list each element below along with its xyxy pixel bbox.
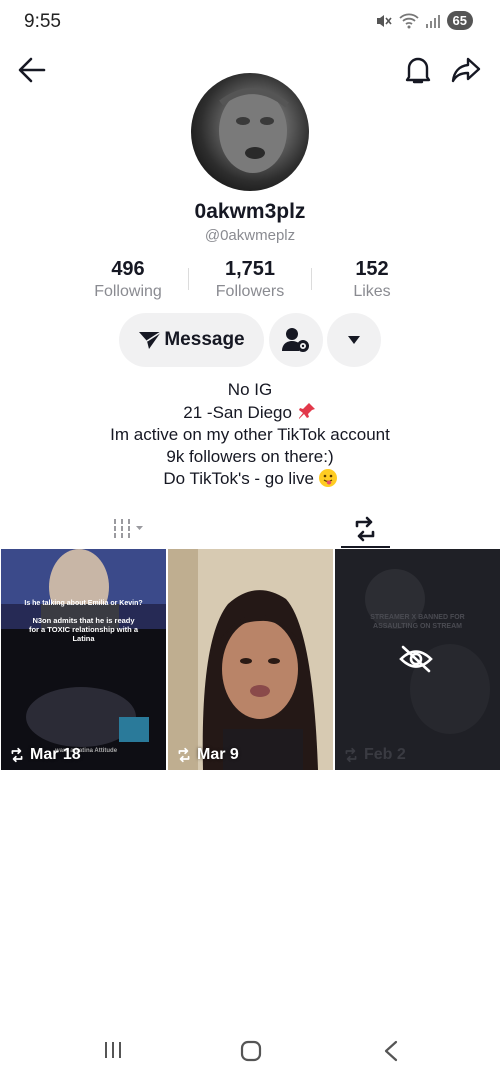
back-button[interactable]: [18, 57, 46, 86]
video-thumbnail[interactable]: Is he talking about Emilia or Kevin? N3o…: [1, 549, 166, 770]
bio-line: 9k followers on there:): [166, 447, 334, 466]
repost-small-icon: [178, 747, 190, 763]
home-button[interactable]: [240, 1040, 262, 1065]
stat-value: 152: [355, 258, 389, 280]
stat-value: 496: [111, 258, 145, 280]
profile-bio: No IG 21 -San Diego Im active on my othe…: [0, 379, 500, 490]
arrow-left-icon: [18, 57, 46, 83]
repost-small-icon: [345, 747, 357, 763]
video-thumbnail[interactable]: Mar 9: [168, 549, 333, 770]
video-date-label: Feb 2: [343, 746, 406, 764]
video-thumbnail-image: [168, 549, 333, 770]
display-name: 0akwm3plz: [194, 200, 306, 223]
video-grid: Is he talking about Emilia or Kevin? N3o…: [0, 549, 500, 770]
video-thumbnail-private[interactable]: STREAMER X BANNED FOR ASSAULTING ON STRE…: [335, 549, 500, 770]
caret-down-icon: [348, 336, 360, 344]
bio-line: 21 -San Diego: [183, 403, 292, 422]
grid-videos-icon: [114, 519, 143, 538]
avatar-face-image: [219, 88, 289, 173]
eye-off-icon: [399, 645, 433, 673]
share-arrow-icon: [451, 57, 481, 83]
person-settings-icon: [282, 328, 309, 352]
home-icon: [240, 1040, 262, 1062]
stat-label: Following: [94, 283, 162, 300]
video-date-label: Mar 18: [9, 746, 81, 764]
chevron-left-icon: [384, 1040, 398, 1062]
bio-line-location: 21 -San Diego: [0, 401, 500, 424]
video-caption-top: Is he talking about Emilia or Kevin?: [24, 600, 143, 607]
stat-following[interactable]: 496 Following: [58, 258, 198, 301]
bio-line-golive: Do TikTok's - go live: [0, 468, 500, 490]
username-handle: @0akwmeplz: [204, 227, 296, 244]
bio-line: Do TikTok's - go live: [163, 469, 314, 488]
video-date: Feb 2: [364, 746, 406, 763]
video-date-label: Mar 9: [176, 746, 239, 764]
bell-icon: [405, 57, 431, 84]
bio-line: Im active on my other TikTok account: [110, 425, 390, 444]
tongue-emoji-icon: [318, 469, 337, 487]
message-button[interactable]: Message: [119, 313, 264, 367]
status-bar: 9:55 65: [0, 0, 500, 44]
status-icons: 65: [375, 11, 473, 30]
video-date: Mar 18: [30, 746, 81, 763]
stat-followers[interactable]: 1,751 Followers: [180, 258, 320, 301]
bio-line: No IG: [227, 380, 273, 399]
stat-value: 1,751: [224, 258, 276, 280]
stat-label: Likes: [353, 283, 391, 300]
video-thumbnail-image: [1, 549, 166, 770]
content-tabs: [0, 508, 500, 550]
message-button-label: Message: [164, 329, 245, 350]
stat-label: Followers: [215, 283, 285, 300]
more-options-dropdown[interactable]: [327, 313, 381, 367]
signal-icon: [425, 14, 440, 28]
profile-avatar[interactable]: [191, 73, 309, 191]
status-time: 9:55: [24, 11, 61, 32]
stat-likes[interactable]: 152 Likes: [302, 258, 442, 301]
mute-icon: [376, 14, 392, 27]
repost-small-icon: [11, 747, 23, 763]
tab-videos[interactable]: [90, 508, 170, 550]
notifications-button[interactable]: [404, 55, 432, 88]
wifi-icon: [398, 13, 419, 28]
video-caption: N3on admits that he is ready for a TOXIC…: [28, 616, 139, 643]
active-tab-indicator: [341, 546, 390, 548]
recent-apps-button[interactable]: [103, 1040, 123, 1063]
repost-icon: [355, 516, 375, 542]
video-date: Mar 9: [197, 746, 239, 763]
send-icon: [139, 331, 162, 349]
system-navigation-bar: [0, 1030, 500, 1076]
battery-indicator: 65: [446, 11, 473, 30]
share-button[interactable]: [451, 57, 481, 86]
recent-apps-icon: [105, 1042, 121, 1058]
tab-reposts[interactable]: [326, 508, 404, 550]
video-caption: STREAMER X BANNED FOR ASSAULTING ON STRE…: [370, 614, 465, 630]
pushpin-icon: [298, 403, 315, 419]
system-back-button[interactable]: [383, 1040, 399, 1065]
add-friend-button[interactable]: [269, 313, 323, 367]
